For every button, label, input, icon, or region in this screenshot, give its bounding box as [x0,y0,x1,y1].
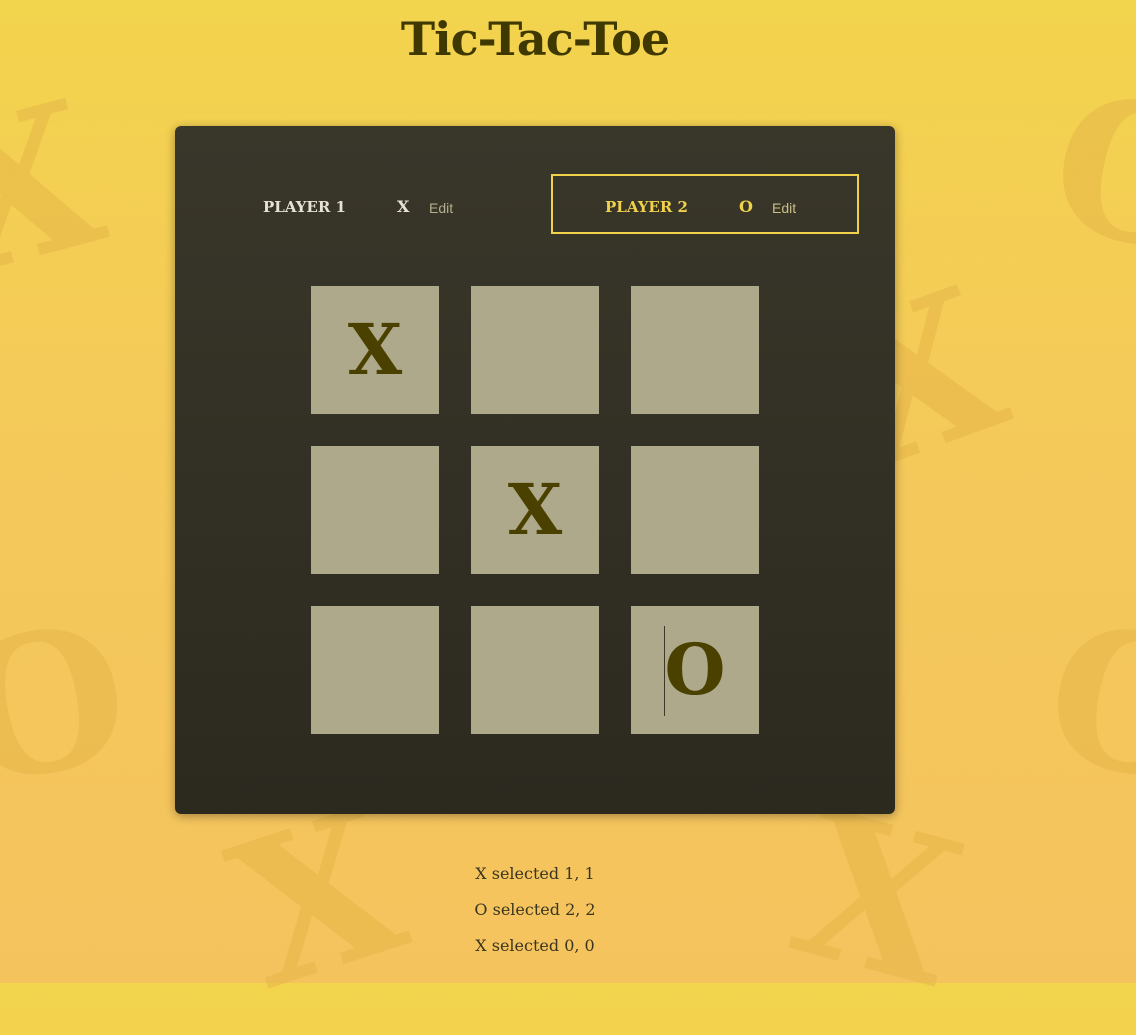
board-cell-1-0[interactable] [311,446,439,574]
board-cell-0-2[interactable] [631,286,759,414]
board-cell-0-0[interactable]: X [311,286,439,414]
board-cell-2-0[interactable] [311,606,439,734]
player-2-card: PLAYER 2 O Edit [551,174,859,234]
game-panel: PLAYER 1 X Edit PLAYER 2 O Edit X X O [175,126,895,814]
board-cell-2-1[interactable] [471,606,599,734]
move-log-item: X selected 1, 1 [475,864,595,883]
board-cell-1-2[interactable] [631,446,759,574]
background-o-mark-icon: O [0,580,144,829]
player-1-card: PLAYER 1 X Edit [243,174,551,234]
board-cell-0-1[interactable] [471,286,599,414]
player-1-edit-button[interactable]: Edit [429,200,453,216]
move-log: X selected 1, 1 O selected 2, 2 X select… [0,862,1070,970]
text-cursor [664,626,665,716]
board-cell-2-2-mark: O [664,628,726,711]
player-1-name: PLAYER 1 [263,198,346,216]
player-1-symbol: X [397,197,410,216]
board-cell-1-1[interactable]: X [471,446,599,574]
move-log-item: X selected 0, 0 [475,936,595,955]
page-title: Tic-Tac-Toe [400,12,670,66]
player-2-name: PLAYER 2 [605,198,688,216]
background-o-mark-icon: O [1033,48,1136,301]
move-log-item: O selected 2, 2 [474,900,596,919]
board-cell-2-2[interactable]: O [631,606,759,734]
player-2-edit-button[interactable]: Edit [772,200,796,216]
background-o-mark-icon: O [1031,580,1136,829]
player-2-symbol: O [739,197,753,216]
background-x-mark-icon: X [0,55,123,324]
